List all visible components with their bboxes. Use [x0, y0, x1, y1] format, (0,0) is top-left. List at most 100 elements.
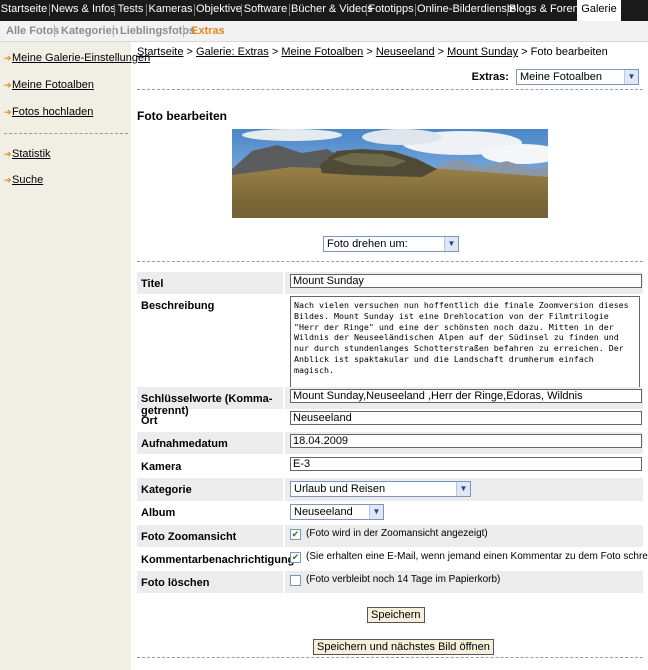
- sidebar-divider: [4, 133, 128, 134]
- date-label: Aufnahmedatum: [137, 432, 283, 454]
- nav-news[interactable]: News & Infos: [51, 0, 116, 21]
- notify-field-cell: ✔ (Sie erhalten eine E-Mail, wenn jemand…: [285, 548, 648, 570]
- arrow-right-icon: ➔: [4, 107, 12, 117]
- album-label: Album: [141, 507, 176, 519]
- nav-software[interactable]: Software: [243, 0, 288, 21]
- zoom-label: Foto Zoomansicht: [137, 525, 283, 547]
- extras-selector: Extras: Meine Fotoalben ▼: [472, 69, 639, 85]
- album-select[interactable]: Neuseeland ▼: [290, 504, 384, 520]
- delete-label: Foto löschen: [137, 571, 283, 593]
- form-row-place: Ort Neuseeland: [137, 409, 643, 431]
- nav-startseite[interactable]: Startseite: [0, 0, 48, 21]
- nav-separator: [114, 4, 115, 16]
- form-row-keywords: Schlüsselworte (Komma-getrennt) Mount Su…: [137, 387, 643, 417]
- rotate-select[interactable]: Foto drehen um: ▼: [323, 236, 459, 252]
- title-input[interactable]: Mount Sunday: [290, 274, 642, 288]
- camera-input[interactable]: E-3: [290, 457, 642, 471]
- extras-select[interactable]: Meine Fotoalben ▼: [516, 69, 639, 85]
- arrow-right-icon: ➔: [4, 80, 12, 90]
- breadcrumb-mount-sunday[interactable]: Mount Sunday: [447, 46, 518, 58]
- category-selected: Urlaub und Reisen: [294, 483, 386, 495]
- arrow-right-icon: ➔: [4, 53, 12, 63]
- album-field-cell: Neuseeland ▼: [285, 501, 643, 524]
- description-textarea[interactable]: Nach vielen versuchen nun hoffentlich di…: [290, 296, 640, 392]
- subnav-separator: [54, 25, 55, 37]
- sidebar-item-statistik[interactable]: ➔Statistik: [4, 148, 51, 160]
- delete-description: (Foto verbleibt noch 14 Tage im Papierko…: [306, 574, 501, 585]
- breadcrumb-separator: >: [271, 46, 279, 58]
- form-row-delete: Foto löschen (Foto verbleibt noch 14 Tag…: [137, 571, 643, 593]
- form-row-album: Album Neuseeland ▼: [137, 501, 643, 524]
- sidebar-item-galerie-einstellungen[interactable]: ➔Meine Galerie-Einstellungen: [4, 52, 150, 64]
- title-field-cell: Mount Sunday: [285, 272, 643, 294]
- subnav-extras[interactable]: Extras: [191, 21, 225, 41]
- sidebar-item-label: Meine Galerie-Einstellungen: [12, 52, 151, 64]
- delete-checkbox[interactable]: [290, 575, 301, 586]
- place-field-cell: Neuseeland: [285, 409, 643, 431]
- keywords-field-cell: Mount Sunday,Neuseeland ,Herr der Ringe,…: [285, 387, 643, 409]
- nav-fototipps[interactable]: Fototipps: [368, 0, 414, 21]
- notify-label: Kommentarbenachrichtigung: [141, 554, 295, 566]
- date-field-cell: 18.04.2009: [285, 432, 643, 454]
- nav-galerie[interactable]: Galerie: [577, 0, 621, 21]
- nav-buecher-videos[interactable]: Bücher & Videos: [291, 0, 373, 21]
- form-row-description: Beschreibung Nach vielen versuchen nun h…: [137, 294, 643, 392]
- breadcrumb-fotoalben[interactable]: Meine Fotoalben: [281, 46, 363, 58]
- nav-tests[interactable]: Tests: [116, 0, 145, 21]
- breadcrumb-separator: >: [437, 46, 445, 58]
- save-button[interactable]: Speichern: [367, 607, 425, 623]
- nav-separator: [366, 4, 367, 16]
- sidebar-item-label: Fotos hochladen: [12, 106, 94, 118]
- nav-online-bilderdienste[interactable]: Online-Bilderdienste: [417, 0, 516, 21]
- nav-separator: [146, 4, 147, 16]
- nav-objektive[interactable]: Objektive: [196, 0, 242, 21]
- notify-checkbox[interactable]: ✔: [290, 552, 301, 563]
- nav-separator: [49, 4, 50, 16]
- nav-separator: [194, 4, 195, 16]
- chevron-down-icon: ▼: [456, 482, 470, 496]
- zoom-checkbox[interactable]: ✔: [290, 529, 301, 540]
- sidebar-item-fotos-hochladen[interactable]: ➔Fotos hochladen: [4, 106, 93, 118]
- form-row-zoom: Foto Zoomansicht ✔ (Foto wird in der Zoo…: [137, 525, 643, 547]
- place-label: Ort: [141, 415, 158, 427]
- keywords-input[interactable]: Mount Sunday,Neuseeland ,Herr der Ringe,…: [290, 389, 642, 403]
- subnav-kategorien[interactable]: Kategorien: [61, 21, 118, 41]
- subnav-separator: [183, 25, 184, 37]
- nav-separator: [289, 4, 290, 16]
- breadcrumb-neuseeland[interactable]: Neuseeland: [376, 46, 435, 58]
- camera-field-cell: E-3: [285, 455, 643, 477]
- extras-selected: Meine Fotoalben: [520, 71, 602, 83]
- delete-field-cell: (Foto verbleibt noch 14 Tage im Papierko…: [285, 571, 643, 593]
- sidebar-item-fotoalben[interactable]: ➔Meine Fotoalben: [4, 79, 94, 91]
- nav-separator: [415, 4, 416, 16]
- breadcrumb-current: Foto bearbeiten: [530, 46, 608, 58]
- form-row-category: Kategorie Urlaub und Reisen ▼: [137, 478, 643, 501]
- date-input[interactable]: 18.04.2009: [290, 434, 642, 448]
- breadcrumb-separator: >: [521, 46, 528, 58]
- form-row-notify: Kommentarbenachrichtigung ✔ (Sie erhalte…: [137, 548, 648, 570]
- sidebar-item-suche[interactable]: ➔Suche: [4, 174, 43, 186]
- sub-navigation: Alle Fotos Kategorien Lieblingsfotos Ext…: [0, 21, 648, 42]
- nav-kameras[interactable]: Kameras: [148, 0, 193, 21]
- nav-blogs-foren[interactable]: Blogs & Foren: [509, 0, 579, 21]
- save-next-button[interactable]: Speichern und nächstes Bild öffnen: [313, 639, 494, 655]
- category-select[interactable]: Urlaub und Reisen ▼: [290, 481, 471, 497]
- divider: [137, 657, 643, 658]
- sidebar-item-label: Meine Fotoalben: [12, 79, 94, 91]
- breadcrumb-separator: >: [366, 46, 373, 58]
- arrow-right-icon: ➔: [4, 149, 12, 159]
- subnav-alle-fotos[interactable]: Alle Fotos: [6, 21, 59, 41]
- divider: [137, 261, 643, 262]
- zoom-field-cell: ✔ (Foto wird in der Zoomansicht angezeig…: [285, 525, 643, 547]
- nav-separator: [507, 4, 508, 16]
- place-input[interactable]: Neuseeland: [290, 411, 642, 425]
- breadcrumb-startseite[interactable]: Startseite: [137, 46, 183, 58]
- breadcrumb-galerie-extras[interactable]: Galerie: Extras: [196, 46, 269, 58]
- subnav-separator: [113, 25, 114, 37]
- chevron-down-icon: ▼: [624, 70, 638, 84]
- breadcrumb-separator: >: [186, 46, 193, 58]
- rotate-selector: Foto drehen um: ▼: [323, 236, 459, 252]
- description-field-cell: Nach vielen versuchen nun hoffentlich di…: [285, 294, 643, 392]
- camera-label: Kamera: [141, 461, 182, 473]
- page-title: Foto bearbeiten: [137, 109, 228, 123]
